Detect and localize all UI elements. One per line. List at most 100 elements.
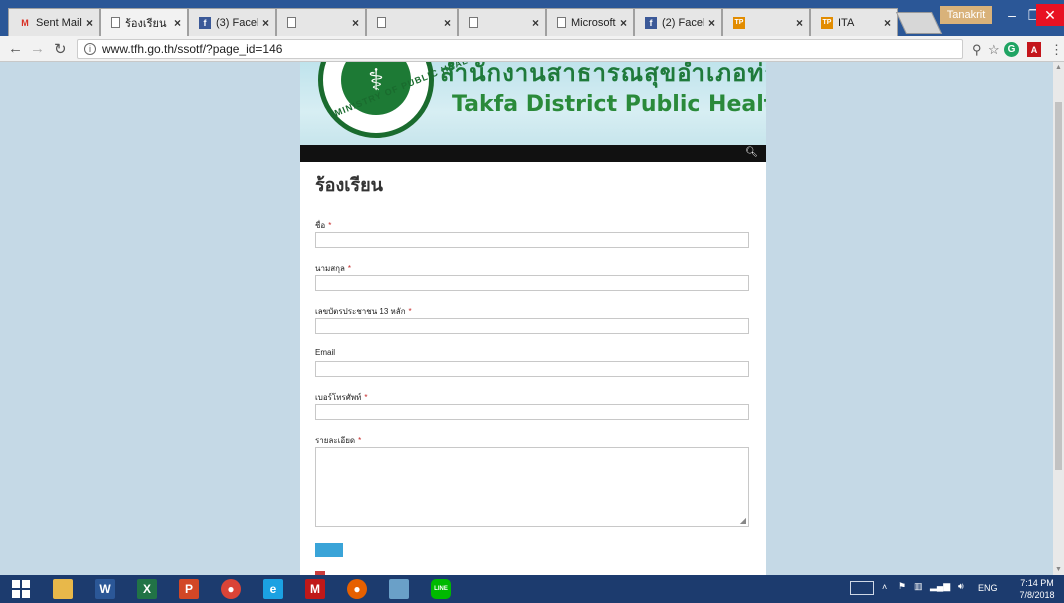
back-arrow-icon[interactable]: ← xyxy=(8,40,23,57)
new-tab-button[interactable] xyxy=(895,12,943,34)
start-button[interactable] xyxy=(8,577,34,601)
tab-close-icon[interactable]: × xyxy=(796,16,803,30)
system-clock[interactable]: 7:14 PM 7/8/2018 xyxy=(1012,577,1062,601)
site-title-thai: สำนักงานสาธารณสุขอำเภอท่าฟ้า xyxy=(440,62,766,87)
keyboard-icon[interactable] xyxy=(850,581,874,595)
scroll-up-icon[interactable]: ▲ xyxy=(1055,64,1062,71)
network-icon[interactable]: ▥ xyxy=(914,581,923,592)
field-label-text: Email xyxy=(315,348,336,357)
field-label: เบอร์โทรศัพท์ * xyxy=(315,391,751,402)
grammarly-extension-icon[interactable]: G xyxy=(1004,42,1019,57)
page-scrollbar[interactable]: ▲ ▼ xyxy=(1053,62,1064,575)
form-input-0[interactable] xyxy=(315,232,749,248)
tab-close-icon[interactable]: × xyxy=(86,16,93,30)
page-icon xyxy=(469,17,478,28)
acrobat-extension-icon[interactable]: A xyxy=(1027,42,1041,57)
taskbar-app-line[interactable]: LINE xyxy=(428,577,454,601)
form-input-3[interactable] xyxy=(315,361,749,377)
info-icon[interactable]: i xyxy=(84,43,96,55)
taskbar-app-word[interactable]: W xyxy=(92,577,118,601)
tab-close-icon[interactable]: × xyxy=(708,16,715,30)
required-asterisk: * xyxy=(347,264,351,273)
taskbar-app-excel[interactable]: X xyxy=(134,577,160,601)
form-input-2[interactable] xyxy=(315,318,749,334)
taskbar-app-powerpoint[interactable]: P xyxy=(176,577,202,601)
submit-button[interactable] xyxy=(315,543,343,557)
taskbar-app-mcafee[interactable]: M xyxy=(302,577,328,601)
firefox-icon: ● xyxy=(347,579,367,599)
browser-tab[interactable]: TP × xyxy=(722,8,810,36)
forward-arrow-icon[interactable]: → xyxy=(30,40,45,57)
tab-close-icon[interactable]: × xyxy=(884,16,891,30)
browser-tab[interactable]: TP ITA × xyxy=(810,8,898,36)
field-label-text: ชื่อ xyxy=(315,221,326,230)
tab-title: Sent Mail xyxy=(36,16,82,29)
search-icon[interactable]: 🔍︎ xyxy=(745,147,758,158)
ita-icon: TP xyxy=(821,16,833,29)
folder-icon xyxy=(53,579,73,599)
resize-grip-icon[interactable]: ◢ xyxy=(740,516,746,525)
tab-title: ร้องเรียน - xyxy=(125,17,170,30)
notepad-icon xyxy=(389,579,409,599)
chrome-icon: ● xyxy=(221,579,241,599)
taskbar-app-notes[interactable] xyxy=(386,577,412,601)
page-icon xyxy=(111,17,120,28)
clock-date: 7/8/2018 xyxy=(1019,590,1055,600)
scroll-down-icon[interactable]: ▼ xyxy=(1055,566,1062,573)
site-title-english: Takfa District Public Health Office xyxy=(452,92,766,117)
form-input-4[interactable] xyxy=(315,404,749,420)
tab-close-icon[interactable]: × xyxy=(532,16,539,30)
details-textarea[interactable]: ◢ xyxy=(315,447,749,527)
clock-time: 7:14 PM xyxy=(1020,578,1054,588)
facebook-icon: f xyxy=(645,16,657,29)
field-label-text: เบอร์โทรศัพท์ xyxy=(315,393,362,402)
page-icon xyxy=(377,17,386,28)
zoom-icon[interactable]: ⚲ xyxy=(972,42,982,58)
field-label-text: รายละเอียด xyxy=(315,436,356,445)
flag-icon[interactable]: ⚑ xyxy=(898,581,906,592)
site-banner: ⚕ MINISTRY OF PUBLIC HEALTH สำนักงานสาธา… xyxy=(300,62,766,145)
volume-icon[interactable]: 🔊︎ xyxy=(958,581,964,592)
close-window-icon[interactable]: ✕ xyxy=(1036,4,1064,26)
browser-tab[interactable]: ร้องเรียน - × xyxy=(100,8,188,36)
gmail-icon: M xyxy=(21,17,29,28)
bookmark-star-icon[interactable]: ☆ xyxy=(988,42,1000,58)
taskbar-app-firefox[interactable]: ● xyxy=(344,577,370,601)
tab-close-icon[interactable]: × xyxy=(352,16,359,30)
language-indicator[interactable]: ENG xyxy=(978,583,998,593)
signal-icon[interactable]: ▂▄▆ xyxy=(930,581,950,592)
shield-m-icon: M xyxy=(305,579,325,599)
tray-expand-icon[interactable]: ˄ xyxy=(882,582,887,592)
profile-button[interactable]: Tanakrit xyxy=(940,6,992,24)
browser-tab[interactable]: × xyxy=(458,8,546,36)
tab-close-icon[interactable]: × xyxy=(174,16,181,30)
browser-tab[interactable]: × xyxy=(366,8,458,36)
tab-title: Microsoft xyxy=(571,16,616,29)
scrollbar-thumb[interactable] xyxy=(1055,102,1062,470)
tab-title: (3) Facebo xyxy=(216,16,258,29)
page-viewport: ⚕ MINISTRY OF PUBLIC HEALTH สำนักงานสาธา… xyxy=(0,62,1064,575)
field-label: นามสกุล * xyxy=(315,262,751,273)
address-bar: ← → ↻ i www.tfh.go.th/ssotf/?page_id=146… xyxy=(0,36,1064,62)
page-title: ร้องเรียน xyxy=(315,175,383,196)
browser-tab[interactable]: × xyxy=(276,8,366,36)
browser-tab[interactable]: f (3) Facebo × xyxy=(188,8,276,36)
url-text: www.tfh.go.th/ssotf/?page_id=146 xyxy=(102,42,283,56)
taskbar-app-chrome[interactable]: ● xyxy=(218,577,244,601)
url-input[interactable]: i www.tfh.go.th/ssotf/?page_id=146 xyxy=(77,39,963,59)
browser-tab[interactable]: Microsoft × xyxy=(546,8,634,36)
tab-close-icon[interactable]: × xyxy=(620,16,627,30)
required-asterisk: * xyxy=(328,221,332,230)
reload-icon[interactable]: ↻ xyxy=(54,40,67,58)
browser-tab[interactable]: M Sent Mail × xyxy=(8,8,100,36)
tab-title: (2) Facebo xyxy=(662,16,704,29)
form-input-1[interactable] xyxy=(315,275,749,291)
taskbar-app-internet-explorer[interactable]: e xyxy=(260,577,286,601)
browser-tab[interactable]: f (2) Facebo × xyxy=(634,8,722,36)
menu-kebab-icon[interactable]: ⋮ xyxy=(1050,42,1063,58)
tab-close-icon[interactable]: × xyxy=(444,16,451,30)
tab-title: ITA xyxy=(838,16,855,29)
windows-logo-icon xyxy=(12,580,30,598)
taskbar-app-file-explorer[interactable] xyxy=(50,577,76,601)
tab-close-icon[interactable]: × xyxy=(262,16,269,30)
